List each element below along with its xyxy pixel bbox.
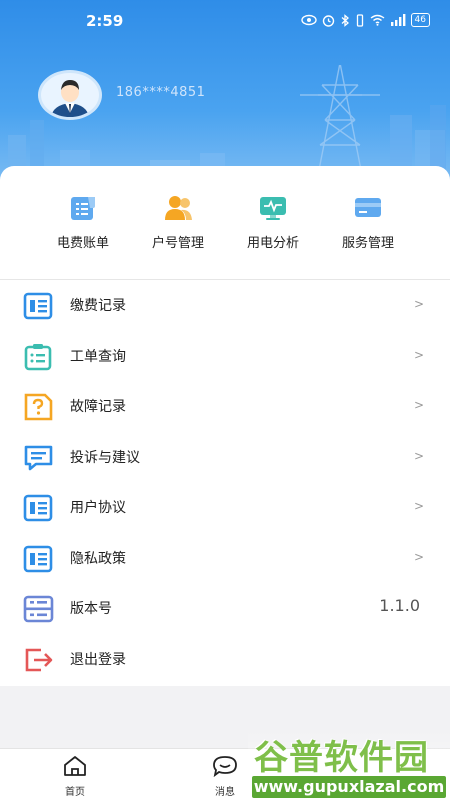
quick-action-service[interactable]: 服务管理 [318,194,418,251]
quick-action-label: 户号管理 [151,236,204,251]
menu-item-label: 退出登录 [70,651,126,668]
message-icon [24,445,53,470]
menu-item-version: 版本号 1.1.0 [0,583,450,634]
menu-item-label: 用户协议 [70,500,126,516]
phone-number: 186****4851 [116,85,206,100]
bluetooth-icon [341,13,349,27]
chevron-right-icon: > [413,297,424,311]
tab-messages[interactable]: 消息 [195,755,255,798]
document-icon [23,494,53,522]
chevron-right-icon: > [413,499,424,513]
profile-header: 2:59 46 186****4851 [0,0,450,185]
account-card: 电费账单 户号管理 用电分析 服务管理 缴费记录 > 工单查询 > 故障记录 >… [0,166,450,686]
user-avatar-icon [51,80,89,117]
analysis-icon [260,197,286,220]
signal-icon [390,14,405,26]
avatar[interactable] [38,70,102,120]
quick-action-label: 电费账单 [56,236,109,251]
vibrate-icon [356,13,363,27]
version-value: 1.1.0 [379,596,420,615]
battery-indicator: 46 [410,13,430,27]
menu-item-work-orders[interactable]: 工单查询 > [0,331,450,382]
menu-item-user-agreement[interactable]: 用户协议 > [0,482,450,533]
quick-action-analysis[interactable]: 用电分析 [223,194,323,251]
menu-item-label: 隐私政策 [70,550,126,567]
chevron-right-icon: > [413,549,424,564]
menu-item-privacy-policy[interactable]: 隐私政策 > [0,533,450,584]
tab-label: 消息 [215,787,235,798]
chat-icon [213,756,237,778]
quick-actions: 电费账单 户号管理 用电分析 服务管理 [0,194,450,264]
menu-item-label: 故障记录 [70,399,126,415]
watermark-url: www.gupuxlazal.com [252,776,446,798]
quick-action-bill[interactable]: 电费账单 [33,194,133,251]
chevron-right-icon: > [413,448,424,463]
menu-item-feedback[interactable]: 投诉与建议 > [0,432,450,483]
users-icon [165,196,192,220]
server-icon [23,595,54,623]
chevron-right-icon: > [413,347,424,362]
menu-item-logout[interactable]: 退出登录 [0,634,450,685]
clipboard-icon [24,343,52,370]
card-icon [355,198,381,217]
tab-home[interactable]: 首页 [45,755,105,798]
bill-icon [71,197,95,220]
menu-item-fault-records[interactable]: 故障记录 > [0,381,450,432]
tab-label: 首页 [65,787,85,798]
menu-item-label: 工单查询 [70,348,126,365]
home-icon [64,756,86,776]
status-bar: 2:59 46 [0,0,450,42]
menu-item-label: 投诉与建议 [70,449,140,466]
menu-item-label: 版本号 [70,601,112,617]
quick-action-account[interactable]: 户号管理 [128,194,228,251]
watermark: 谷普软件园 www.gupuxlazal.com [248,728,450,800]
watermark-title: 谷普软件园 [254,738,429,778]
eye-icon [300,14,317,26]
chevron-right-icon: > [413,398,424,412]
alarm-icon [322,14,334,27]
document-icon [23,292,53,320]
status-time: 2:59 [86,12,124,30]
status-icons: 46 [300,13,430,27]
quick-action-label: 用电分析 [246,236,299,251]
menu-item-label: 缴费记录 [70,298,126,314]
logout-icon [25,648,53,671]
settings-menu: 缴费记录 > 工单查询 > 故障记录 > 投诉与建议 > 用户协议 > 隐私政策… [0,280,450,684]
wifi-icon [370,14,384,26]
menu-item-payment-records[interactable]: 缴费记录 > [0,280,450,331]
document-icon [23,545,53,572]
fault-report-icon [24,393,53,421]
quick-action-label: 服务管理 [341,236,394,251]
